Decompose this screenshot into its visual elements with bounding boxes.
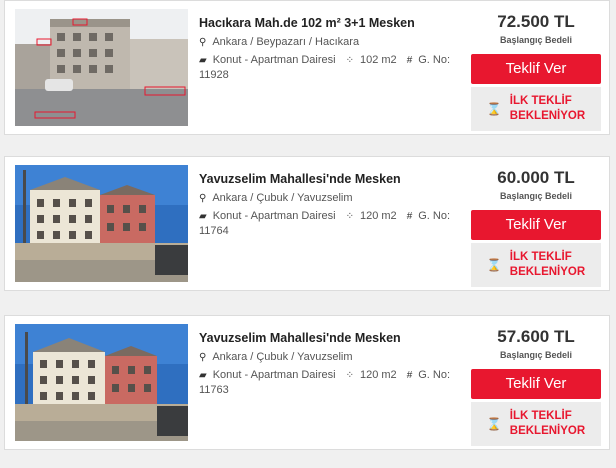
listing-location: Ankara / Çubuk / Yavuzselim	[212, 192, 353, 204]
listing-title[interactable]: Yavuzselim Mahallesi'nde Mesken	[199, 330, 461, 346]
gno-label: G. No:	[418, 54, 451, 66]
area-icon: ⁘	[345, 211, 354, 222]
building-icon: ▰	[199, 370, 207, 381]
building-photo-1	[15, 9, 188, 126]
listing-type: Konut - Apartman Dairesi	[212, 54, 336, 66]
building-photo-2	[15, 165, 188, 282]
listing-location: Ankara / Beypazarı / Hacıkara	[212, 36, 360, 48]
gno-value: 11763	[199, 384, 229, 396]
listing-type: Konut - Apartman Dairesi	[212, 369, 336, 381]
listing-photo[interactable]	[15, 324, 188, 441]
listing-photo[interactable]	[15, 9, 188, 126]
listing-type: Konut - Apartman Dairesi	[212, 210, 336, 222]
listing-title[interactable]: Yavuzselim Mahallesi'nde Mesken	[199, 171, 461, 187]
hourglass-icon: ⌛	[486, 417, 502, 431]
price-label: Başlangıç Bedeli	[499, 35, 573, 45]
status-box: ⌛ İLK TEKLİF BEKLENİYOR	[471, 243, 601, 287]
building-photo-3	[15, 324, 188, 441]
map-pin-icon: ⚲	[199, 352, 207, 363]
gno-label: G. No:	[418, 369, 451, 381]
building-icon: ▰	[199, 55, 207, 66]
status-line1: İLK TEKLİF	[509, 251, 572, 263]
listing-price: 60.000 TL	[497, 168, 575, 187]
area-icon: ⁘	[345, 55, 354, 66]
status-line2: BEKLENİYOR	[509, 425, 586, 437]
offer-button[interactable]: Teklif Ver	[471, 210, 601, 240]
gno-label: G. No:	[418, 210, 451, 222]
hourglass-icon: ⌛	[486, 258, 502, 272]
status-line1: İLK TEKLİF	[509, 410, 572, 422]
listing-area: 120 m2	[359, 210, 397, 222]
hashtag-icon: #	[406, 55, 413, 66]
price-label: Başlangıç Bedeli	[499, 191, 573, 201]
status-box: ⌛ İLK TEKLİF BEKLENİYOR	[471, 402, 601, 446]
map-pin-icon: ⚲	[199, 193, 207, 204]
status-box: ⌛ İLK TEKLİF BEKLENİYOR	[471, 87, 601, 131]
hashtag-icon: #	[406, 370, 413, 381]
listing-price: 72.500 TL	[497, 12, 575, 31]
offer-button[interactable]: Teklif Ver	[471, 369, 601, 399]
map-pin-icon: ⚲	[199, 37, 207, 48]
status-line1: İLK TEKLİF	[509, 95, 572, 107]
listing-card: Yavuzselim Mahallesi'nde Mesken ⚲ Ankara …	[4, 156, 610, 291]
listing-location: Ankara / Çubuk / Yavuzselim	[212, 351, 353, 363]
price-label: Başlangıç Bedeli	[499, 350, 573, 360]
listing-photo[interactable]	[15, 165, 188, 282]
listing-area: 102 m2	[359, 54, 397, 66]
area-icon: ⁘	[345, 370, 354, 381]
listing-price: 57.600 TL	[497, 327, 575, 346]
listing-card: Yavuzselim Mahallesi'nde Mesken ⚲ Ankara …	[4, 315, 610, 450]
status-line2: BEKLENİYOR	[509, 110, 586, 122]
offer-button[interactable]: Teklif Ver	[471, 54, 601, 84]
hashtag-icon: #	[406, 211, 413, 222]
status-line2: BEKLENİYOR	[509, 266, 586, 278]
listing-card: Hacıkara Mah.de 102 m² 3+1 Mesken ⚲ Ankar…	[4, 0, 610, 135]
gno-value: 11764	[199, 225, 229, 237]
hourglass-icon: ⌛	[486, 102, 502, 116]
listing-title[interactable]: Hacıkara Mah.de 102 m² 3+1 Mesken	[199, 15, 461, 31]
listing-area: 120 m2	[359, 369, 397, 381]
building-icon: ▰	[199, 211, 207, 222]
gno-value: 11928	[199, 69, 229, 81]
